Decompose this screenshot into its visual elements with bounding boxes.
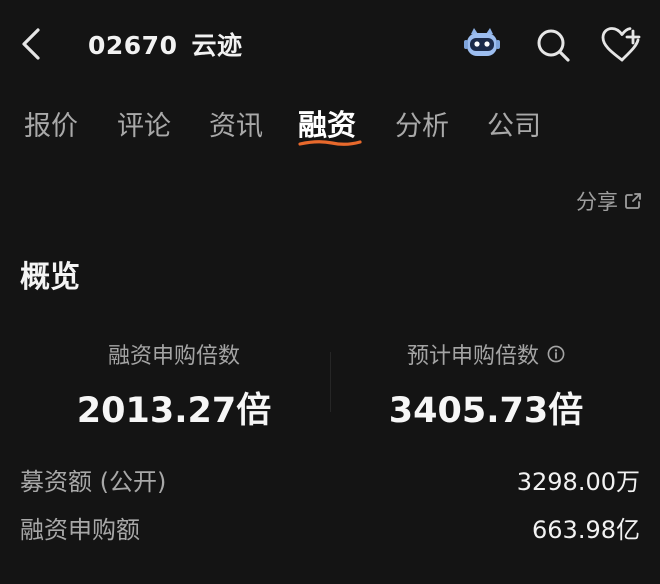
- back-button[interactable]: [14, 24, 50, 64]
- tab-news[interactable]: 资讯: [209, 104, 263, 143]
- row-label: 募资额 (公开): [20, 467, 167, 496]
- share-label: 分享: [576, 190, 618, 214]
- tab-company[interactable]: 公司: [487, 104, 541, 143]
- metric-value: 3405.73倍: [388, 391, 584, 431]
- info-row-financing-amount: 融资申购额 663.98亿: [20, 510, 640, 544]
- metric-divider: [330, 352, 331, 412]
- search-button[interactable]: [534, 26, 572, 64]
- chevron-left-icon: [22, 28, 40, 60]
- metric-financing-subscription: 融资申购倍数 2013.27倍: [24, 338, 324, 433]
- tab-financing[interactable]: 融资: [298, 102, 356, 144]
- external-link-icon: [625, 193, 641, 209]
- metric-label: 融资申购倍数: [108, 338, 240, 370]
- info-icon[interactable]: [547, 345, 565, 363]
- row-value: 663.98亿: [532, 515, 640, 544]
- top-bar: 02670 云迹: [0, 0, 660, 88]
- metric-estimated-subscription: 预计申购倍数 3405.73倍: [336, 338, 636, 433]
- info-row-raised-amount: 募资额 (公开) 3298.00万: [20, 462, 640, 496]
- active-tab-indicator: [298, 140, 362, 146]
- metric-label: 预计申购倍数: [407, 338, 565, 370]
- robot-icon: [464, 28, 500, 56]
- stock-code: 02670: [88, 31, 178, 60]
- page-title: 02670 云迹: [88, 26, 243, 62]
- heart-plus-icon: [601, 27, 641, 62]
- metric-label-text: 融资申购倍数: [107, 344, 240, 369]
- tab-comments[interactable]: 评论: [117, 104, 171, 143]
- section-title-overview: 概览: [20, 260, 80, 295]
- row-value: 3298.00万: [516, 467, 640, 496]
- search-icon: [537, 29, 570, 62]
- row-label: 融资申购额: [20, 515, 140, 544]
- stock-name: 云迹: [191, 31, 243, 60]
- assistant-button[interactable]: [462, 26, 502, 62]
- share-button[interactable]: 分享: [576, 186, 642, 216]
- tab-quote[interactable]: 报价: [24, 104, 78, 143]
- metric-label-text: 预计申购倍数: [406, 344, 539, 369]
- metric-value: 2013.27倍: [76, 391, 272, 431]
- tab-analysis[interactable]: 分析: [395, 104, 449, 143]
- add-favorite-button[interactable]: [600, 26, 644, 64]
